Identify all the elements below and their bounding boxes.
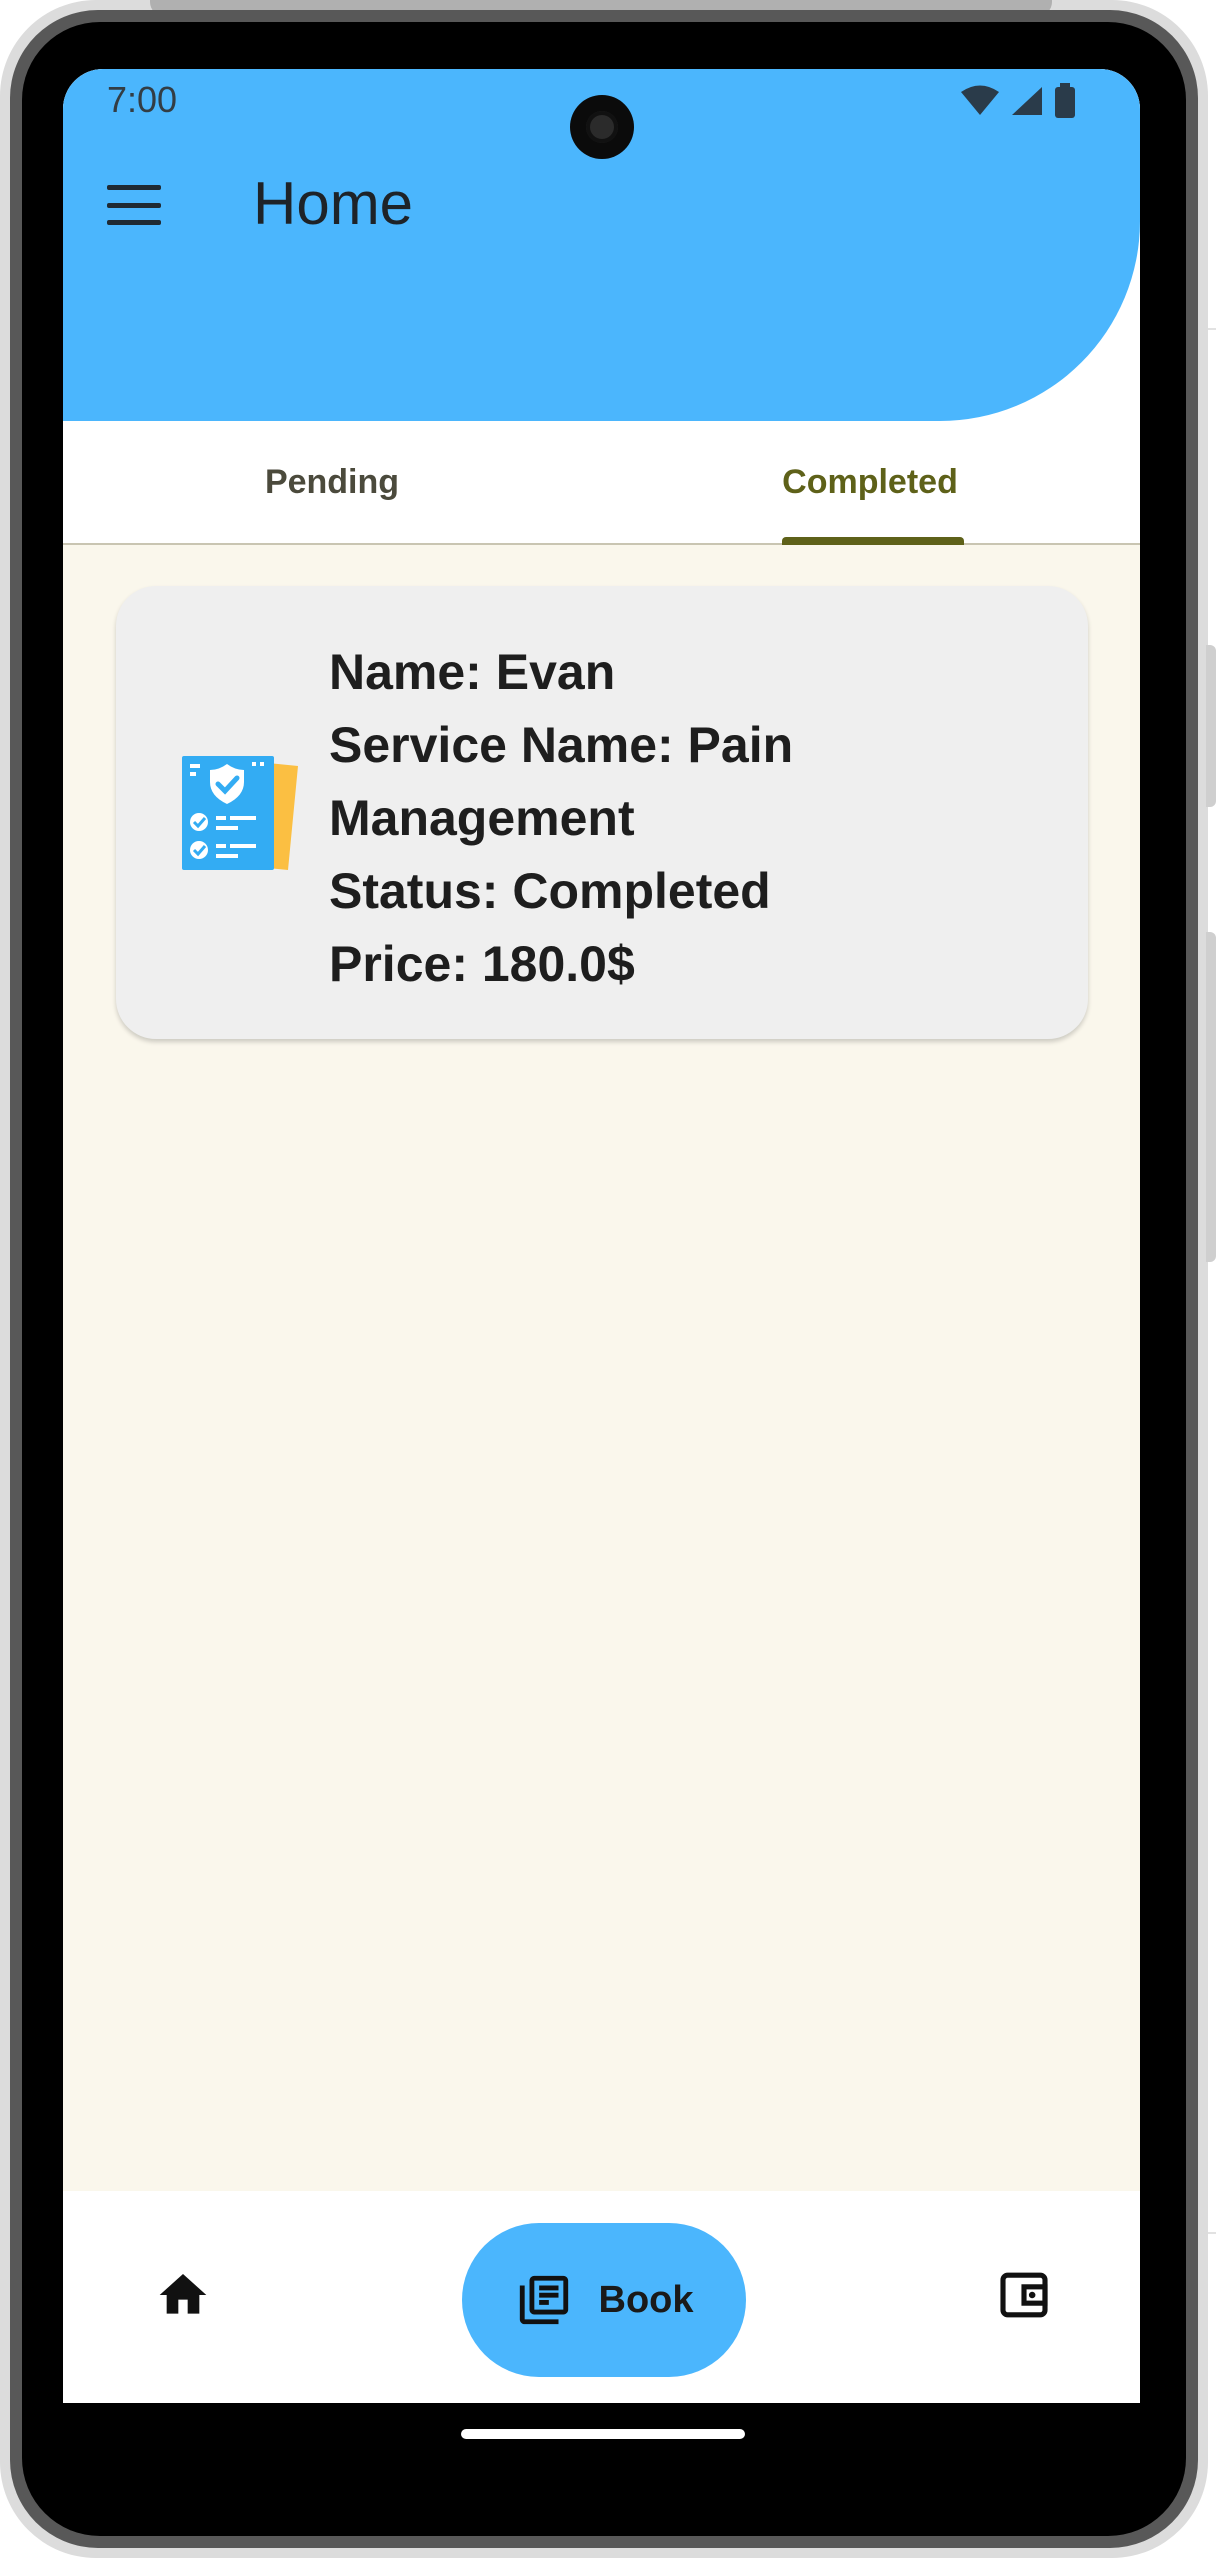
- tab-pending[interactable]: Pending: [63, 421, 601, 543]
- tab-selected-indicator: [782, 537, 964, 545]
- booking-status: Status: Completed: [329, 863, 771, 919]
- tab-bar: Pending Completed: [63, 421, 1140, 545]
- device-volume-button: [1206, 932, 1216, 1262]
- signal-icon: [1012, 87, 1042, 115]
- bottom-navigation: Book: [63, 2191, 1140, 2403]
- status-time: 7:00: [107, 79, 178, 120]
- booking-card[interactable]: Name: Evan Service Name: Pain Management…: [116, 586, 1088, 1039]
- home-gesture-bar[interactable]: [461, 2429, 745, 2439]
- phone-screen: 7:00 Home Pending Completed Name: Evan S…: [63, 69, 1140, 2471]
- booking-service-continued: Management: [329, 790, 635, 846]
- book-button[interactable]: Book: [462, 2223, 746, 2377]
- booking-name: Name: Evan: [329, 644, 616, 700]
- gesture-area: [63, 2403, 1140, 2471]
- document-checklist-icon: [182, 756, 298, 870]
- article-icon: [519, 2275, 568, 2325]
- canvas: 7:00 Home Pending Completed Name: Evan S…: [0, 0, 1216, 2562]
- wifi-icon: [961, 85, 999, 115]
- booking-service: Service Name: Pain: [329, 717, 794, 773]
- booking-price: Price: 180.0$: [329, 936, 635, 992]
- page-title: Home: [253, 170, 414, 237]
- booking-details: Name: Evan Service Name: Pain Management…: [329, 636, 1049, 1001]
- status-icons: [960, 83, 1076, 119]
- battery-icon: [1055, 83, 1075, 118]
- wallet-icon[interactable]: [996, 2267, 1052, 2323]
- app-bar: 7:00 Home: [63, 69, 1140, 421]
- front-camera: [570, 95, 634, 159]
- device-power-button: [1206, 645, 1216, 807]
- tab-completed[interactable]: Completed: [601, 421, 1139, 543]
- home-icon[interactable]: [155, 2267, 211, 2323]
- book-label: Book: [598, 2278, 694, 2321]
- menu-icon[interactable]: [107, 185, 161, 225]
